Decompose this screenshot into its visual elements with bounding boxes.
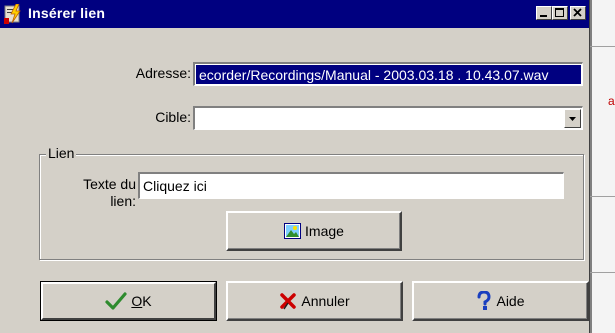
red-x-icon <box>280 293 297 310</box>
ok-button-label: OK <box>131 293 151 309</box>
address-input[interactable]: ecorder/Recordings/Manual - 2003.03.18 .… <box>193 62 583 86</box>
picture-icon <box>284 223 302 239</box>
link-text-label: Texte du lien: <box>60 176 136 210</box>
link-text-input[interactable]: Cliquez ici <box>138 172 564 199</box>
background-window: a <box>590 0 615 333</box>
help-button-label: Aide <box>496 293 525 309</box>
background-glyph: a <box>608 94 615 108</box>
ok-label-rest: K <box>142 293 152 309</box>
close-button[interactable] <box>570 6 586 20</box>
image-button[interactable]: Image <box>226 211 402 251</box>
lightning-link-icon <box>4 4 21 24</box>
ok-mnemonic: O <box>131 293 143 309</box>
link-text-label-line1: Texte du <box>83 176 136 192</box>
target-dropdown-button[interactable] <box>564 109 581 128</box>
insert-link-dialog: Insérer lien Adresse: ecorder/Recordings… <box>0 0 590 333</box>
address-value: ecorder/Recordings/Manual - 2003.03.18 .… <box>196 65 581 84</box>
background-window-edge <box>590 0 592 333</box>
minimize-button[interactable] <box>536 6 552 20</box>
cancel-button-label: Annuler <box>301 293 350 309</box>
maximize-button[interactable] <box>552 6 568 20</box>
help-button[interactable]: Aide <box>412 281 589 321</box>
title-bar[interactable]: Insérer lien <box>0 0 589 28</box>
minimize-icon <box>540 15 547 17</box>
chevron-down-icon <box>569 117 576 121</box>
close-icon <box>573 8 582 17</box>
question-mark-icon <box>477 291 491 310</box>
background-divider <box>590 46 615 47</box>
cancel-button[interactable]: Annuler <box>226 281 403 321</box>
link-text-label-line2: lien: <box>110 193 136 209</box>
address-label: Adresse: <box>135 65 191 81</box>
ok-button[interactable]: OK <box>40 281 217 321</box>
link-group-label: Lien <box>46 145 77 161</box>
maximize-icon <box>555 8 564 17</box>
target-select[interactable] <box>193 106 583 130</box>
background-divider <box>590 196 615 197</box>
image-button-label: Image <box>305 223 344 239</box>
link-text-value: Cliquez ici <box>143 178 207 194</box>
background-divider <box>590 272 615 273</box>
checkmark-icon <box>105 292 127 310</box>
dialog-title: Insérer lien <box>28 5 106 21</box>
target-label: Cible: <box>155 109 191 125</box>
